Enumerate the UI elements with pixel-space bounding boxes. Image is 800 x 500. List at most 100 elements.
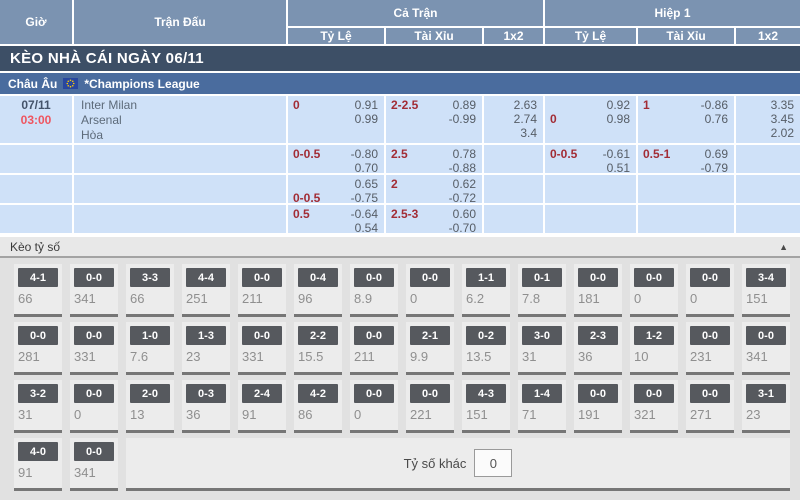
score-cell[interactable]: 0-0211 xyxy=(238,264,286,317)
score-odds: 66 xyxy=(130,291,174,306)
h1-over-under-cell[interactable]: 0.5-10.69-0.79 xyxy=(638,145,734,173)
score-cell[interactable]: 0-00 xyxy=(70,380,118,433)
score-cell[interactable]: 3-031 xyxy=(518,322,566,375)
score-cell[interactable]: 0-0331 xyxy=(238,322,286,375)
h1-over-under-cell[interactable]: 1-0.860.76 xyxy=(638,96,734,143)
league-name: *Champions League xyxy=(84,77,199,91)
score-cell[interactable]: 1-16.2 xyxy=(462,264,510,317)
h1-1x2-cell xyxy=(736,145,800,173)
handicap-value: 0 xyxy=(550,112,557,126)
score-badge: 3-2 xyxy=(18,384,58,403)
score-odds: 10 xyxy=(634,349,678,364)
score-cell[interactable]: 0-17.8 xyxy=(518,264,566,317)
score-cell[interactable]: 0-213.5 xyxy=(462,322,510,375)
odds-line: -0.79 xyxy=(643,161,728,173)
score-cell[interactable]: 4-4251 xyxy=(182,264,230,317)
score-badge: 0-0 xyxy=(578,384,618,403)
score-badge: 0-0 xyxy=(242,268,282,287)
score-cell[interactable]: 0-00 xyxy=(630,264,678,317)
score-cell[interactable]: 0-0341 xyxy=(70,264,118,317)
odds-line: -0.99 xyxy=(391,112,476,126)
league-bar[interactable]: Châu Âu *Champions League xyxy=(0,73,800,94)
score-cell[interactable]: 4-286 xyxy=(294,380,342,433)
score-cell[interactable]: 1-471 xyxy=(518,380,566,433)
odds-line: 0.5-10.69 xyxy=(643,147,728,161)
score-cell[interactable]: 3-366 xyxy=(126,264,174,317)
score-cell[interactable]: 0-0191 xyxy=(574,380,622,433)
score-section-header[interactable]: Kèo tỷ số ▲ xyxy=(0,237,800,258)
odds-value: 2.02 xyxy=(771,126,794,140)
score-badge: 0-0 xyxy=(74,384,114,403)
ft-handicap-cell[interactable]: 00.910.99 xyxy=(288,96,384,143)
score-cell[interactable]: 1-323 xyxy=(182,322,230,375)
score-cell[interactable]: 2-215.5 xyxy=(294,322,342,375)
match-cell xyxy=(74,175,286,203)
score-cell[interactable]: 0-0331 xyxy=(70,322,118,375)
ft-handicap-cell[interactable]: 0.650-0.5-0.75 xyxy=(288,175,384,203)
score-cell[interactable]: 2-013 xyxy=(126,380,174,433)
score-cell[interactable]: 4-091 xyxy=(14,438,62,491)
score-cell[interactable]: 0-0281 xyxy=(14,322,62,375)
score-cell[interactable]: 4-3151 xyxy=(462,380,510,433)
score-cell[interactable]: 0-0271 xyxy=(686,380,734,433)
odds-value: 0.54 xyxy=(355,221,378,233)
score-cell[interactable]: 3-123 xyxy=(742,380,790,433)
score-cell[interactable]: 2-336 xyxy=(574,322,622,375)
score-cell[interactable]: 0-08.9 xyxy=(350,264,398,317)
odds-line: 0.70 xyxy=(293,161,378,173)
score-cell[interactable]: 1-210 xyxy=(630,322,678,375)
odds-line: 3.4 xyxy=(489,126,537,140)
score-odds: 6.2 xyxy=(466,291,510,306)
ft-over-under-cell[interactable]: 20.62-0.72 xyxy=(386,175,482,203)
score-badge: 1-4 xyxy=(522,384,562,403)
h1-handicap-cell[interactable]: 0.9200.98 xyxy=(545,96,636,143)
score-cell[interactable]: 0-00 xyxy=(686,264,734,317)
odds-value: -0.72 xyxy=(449,191,476,203)
score-odds: 0 xyxy=(74,407,118,422)
score-cell[interactable]: 4-166 xyxy=(14,264,62,317)
ft-handicap-cell[interactable]: 0-0.5-0.800.70 xyxy=(288,145,384,173)
score-cell[interactable]: 2-19.9 xyxy=(406,322,454,375)
score-cell[interactable]: 0-0231 xyxy=(686,322,734,375)
h1-1x2-cell xyxy=(736,205,800,233)
score-cell[interactable]: 2-491 xyxy=(238,380,286,433)
score-odds: 91 xyxy=(18,465,62,480)
handicap-value: 0 xyxy=(293,98,300,112)
ft-over-under-cell[interactable]: 2-2.50.89-0.99 xyxy=(386,96,482,143)
ft-over-under-cell[interactable]: 2.50.78-0.88 xyxy=(386,145,482,173)
team-away: Arsenal xyxy=(81,113,286,128)
score-cell[interactable]: 0-496 xyxy=(294,264,342,317)
score-cell[interactable]: 0-0211 xyxy=(350,322,398,375)
score-badge: 2-2 xyxy=(298,326,338,345)
score-badge: 0-0 xyxy=(634,384,674,403)
other-score-input[interactable]: 0 xyxy=(474,449,512,477)
score-cell[interactable]: 0-0341 xyxy=(70,438,118,491)
score-odds: 321 xyxy=(634,407,678,422)
score-cell[interactable]: 3-4151 xyxy=(742,264,790,317)
h1-handicap-cell[interactable]: 0-0.5-0.610.51 xyxy=(545,145,636,173)
score-odds: 151 xyxy=(746,291,790,306)
score-cell[interactable]: 0-0181 xyxy=(574,264,622,317)
handicap-value: 0.5 xyxy=(293,207,310,221)
score-cell[interactable]: 0-00 xyxy=(350,380,398,433)
match-time: 03:00 xyxy=(21,113,52,128)
score-badge: 0-2 xyxy=(466,326,506,345)
ft-handicap-cell[interactable]: 0.5-0.640.54 xyxy=(288,205,384,233)
score-cell[interactable]: 0-00 xyxy=(406,264,454,317)
score-odds: 221 xyxy=(410,407,454,422)
score-cell[interactable]: 0-0321 xyxy=(630,380,678,433)
score-badge: 0-1 xyxy=(522,268,562,287)
score-cell[interactable]: 3-231 xyxy=(14,380,62,433)
odds-value: 0.99 xyxy=(355,112,378,126)
match-cell[interactable]: Inter MilanArsenalHòa xyxy=(74,96,286,143)
ft-over-under-cell[interactable]: 2.5-30.60-0.70 xyxy=(386,205,482,233)
collapse-arrow-icon[interactable]: ▲ xyxy=(779,242,788,252)
score-cell[interactable]: 1-07.6 xyxy=(126,322,174,375)
score-badge: 0-0 xyxy=(354,326,394,345)
score-cell[interactable]: 0-336 xyxy=(182,380,230,433)
score-cell[interactable]: 0-0341 xyxy=(742,322,790,375)
ft-1x2-cell[interactable]: 2.632.743.4 xyxy=(484,96,543,143)
score-cell[interactable]: 0-0221 xyxy=(406,380,454,433)
score-odds: 341 xyxy=(746,349,790,364)
h1-1x2-cell[interactable]: 3.353.452.02 xyxy=(736,96,800,143)
